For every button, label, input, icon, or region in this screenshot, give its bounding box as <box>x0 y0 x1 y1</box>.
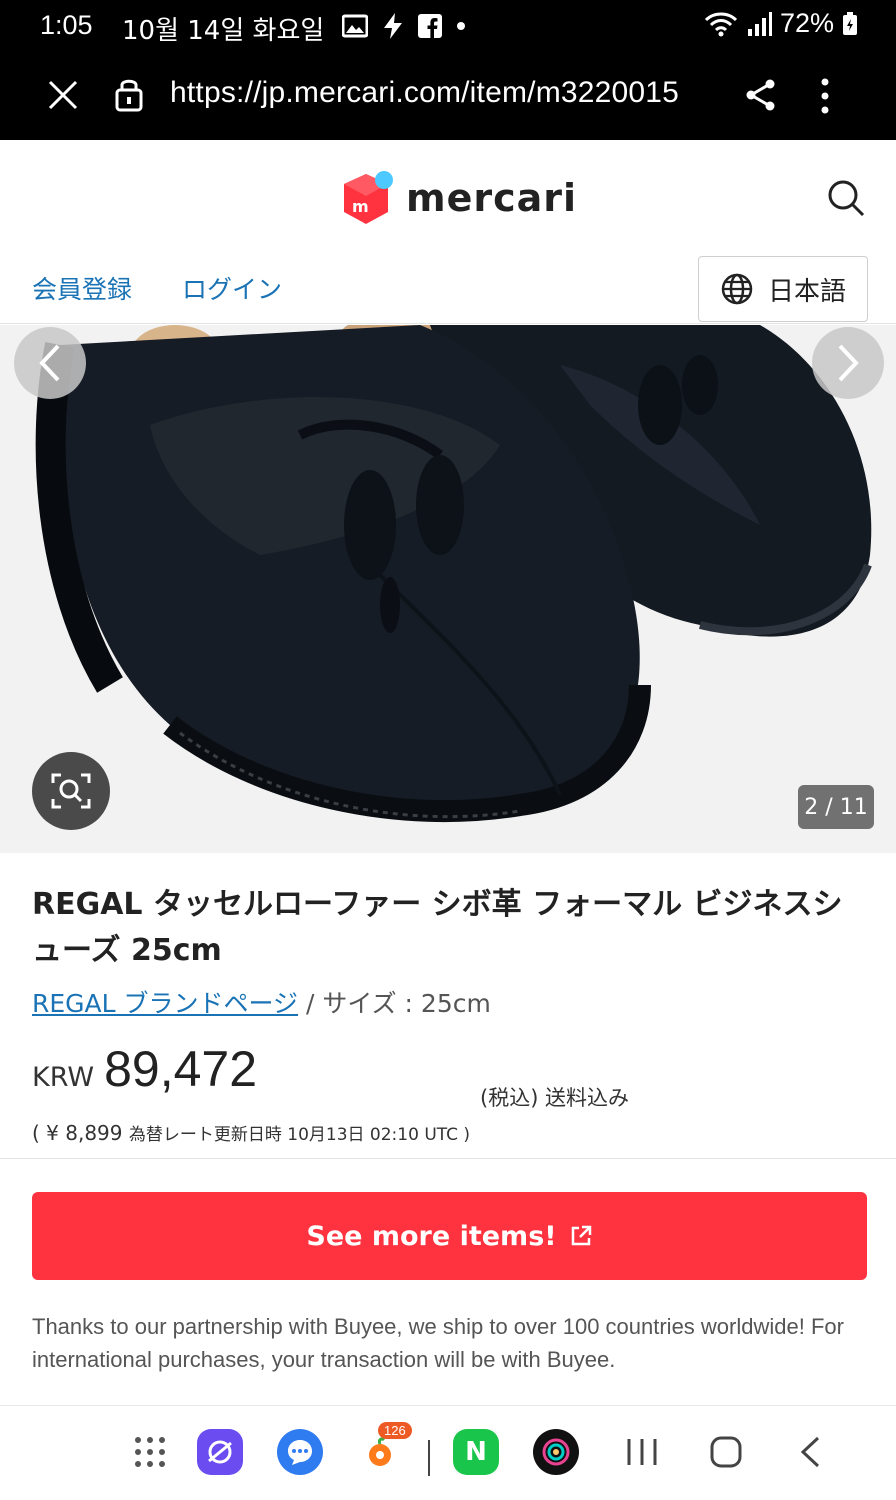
dot-notification-icon <box>457 22 465 30</box>
dock-separator <box>428 1440 430 1476</box>
search-icon <box>828 180 865 217</box>
exchange-rate-note: ( ¥ 8,899 為替レート更新日時 10月13日 02:10 UTC ) <box>32 1120 470 1145</box>
site-header: m mercari <box>0 142 896 254</box>
internet-app[interactable] <box>196 1428 244 1476</box>
item-size: サイズ : 25cm <box>322 989 491 1018</box>
url-field[interactable]: https://jp.mercari.com/item/m3220015 <box>170 76 679 110</box>
brand-size-row: REGAL ブランドページ / サイズ : 25cm <box>32 984 491 1020</box>
image-counter: 2 / 11 <box>798 785 874 829</box>
naver-app[interactable]: N <box>452 1428 500 1476</box>
logo-text: mercari <box>406 176 578 220</box>
more-vertical-icon <box>821 78 829 114</box>
back-button[interactable] <box>786 1428 834 1476</box>
camera-app-icon <box>533 1429 579 1475</box>
battery-icon <box>843 11 857 35</box>
status-time: 1:05 <box>40 10 93 40</box>
price-row: KRW 89,472 <box>32 1040 257 1098</box>
register-link[interactable]: 会員登録 <box>32 270 132 306</box>
notification-badge: 126 <box>378 1422 412 1439</box>
tax-shipping-note: (税込) 送料込み <box>480 1086 630 1110</box>
account-nav: 会員登録 ログイン 日本語 <box>0 254 896 324</box>
camera-lens-icon <box>542 1438 570 1466</box>
messages-app[interactable] <box>276 1428 324 1476</box>
close-tab-button[interactable] <box>46 78 80 116</box>
mercari-logo-icon: m <box>344 171 393 224</box>
lock-icon <box>115 79 143 112</box>
chevron-right-icon <box>838 344 859 382</box>
home-icon <box>710 1436 742 1468</box>
camera-app[interactable] <box>532 1428 580 1476</box>
section-divider <box>0 1158 896 1159</box>
facebook-notification-icon <box>418 14 442 38</box>
item-title: REGAL タッセルローファー シボ革 フォーマル ビジネスシューズ 25cm <box>32 887 843 968</box>
share-button[interactable] <box>744 78 778 116</box>
external-link-icon <box>571 1225 591 1246</box>
android-navigation-bar: 126 N <box>0 1405 896 1500</box>
app-drawer-button[interactable] <box>126 1428 174 1476</box>
chevron-left-icon <box>39 344 60 382</box>
notification-icons <box>342 12 466 40</box>
back-icon <box>800 1436 820 1468</box>
next-image-button[interactable] <box>812 327 884 399</box>
rate-update-time: 為替レート更新日時 10月13日 02:10 UTC ) <box>128 1125 471 1145</box>
buyee-partnership-note: Thanks to our partnership with Buyee, we… <box>32 1314 844 1372</box>
recent-apps-button[interactable] <box>618 1428 666 1476</box>
visual-search-icon <box>51 773 91 809</box>
messages-app-icon <box>277 1429 323 1475</box>
currency-code: KRW <box>32 1062 95 1093</box>
signal-icon <box>747 11 772 36</box>
carrot-app[interactable]: 126 <box>356 1422 412 1476</box>
battery-percent: 72% <box>779 8 834 38</box>
brand-separator: / <box>298 989 323 1018</box>
home-button[interactable] <box>702 1428 750 1476</box>
naver-app-icon: N <box>453 1429 499 1475</box>
recents-icon <box>627 1439 657 1465</box>
flash-notification-icon <box>384 13 402 39</box>
search-button[interactable] <box>826 178 866 222</box>
browser-app-icon <box>197 1429 243 1475</box>
see-more-items-button[interactable]: See more items! <box>32 1192 867 1280</box>
close-icon <box>48 80 78 110</box>
share-icon <box>746 79 775 111</box>
mercari-logo[interactable]: m mercari <box>340 170 577 226</box>
wifi-icon <box>704 12 738 36</box>
previous-image-button[interactable] <box>14 327 86 399</box>
browser-toolbar: https://jp.mercari.com/item/m3220015 <box>0 52 896 140</box>
globe-icon <box>721 273 753 305</box>
orbit-icon <box>208 1440 232 1464</box>
image-search-button[interactable] <box>32 752 110 830</box>
status-bar: 1:05 10월 14일 화요일 72% <box>0 0 896 52</box>
naver-letter: N <box>465 1437 487 1467</box>
grid-icon <box>135 1437 165 1467</box>
see-more-label: See more items! <box>306 1220 557 1252</box>
language-label: 日本語 <box>767 276 846 307</box>
svg-text:m: m <box>352 197 369 216</box>
loafer-shoes-image <box>0 325 896 853</box>
item-price: 89,472 <box>104 1041 258 1097</box>
yen-price: ( ¥ 8,899 <box>32 1121 123 1145</box>
status-date: 10월 14일 화요일 <box>122 16 325 46</box>
gallery-notification-icon <box>342 14 368 38</box>
browser-menu-button[interactable] <box>818 76 832 120</box>
carrot-icon <box>369 1437 391 1466</box>
brand-page-link[interactable]: REGAL ブランドページ <box>32 989 298 1018</box>
site-info-button[interactable] <box>114 76 144 116</box>
chat-bubble-icon <box>288 1440 312 1465</box>
system-indicators: 72% <box>704 8 858 39</box>
product-photo[interactable]: 2 / 11 <box>0 325 896 853</box>
login-link[interactable]: ログイン <box>182 270 282 306</box>
language-selector[interactable]: 日本語 <box>698 256 868 322</box>
